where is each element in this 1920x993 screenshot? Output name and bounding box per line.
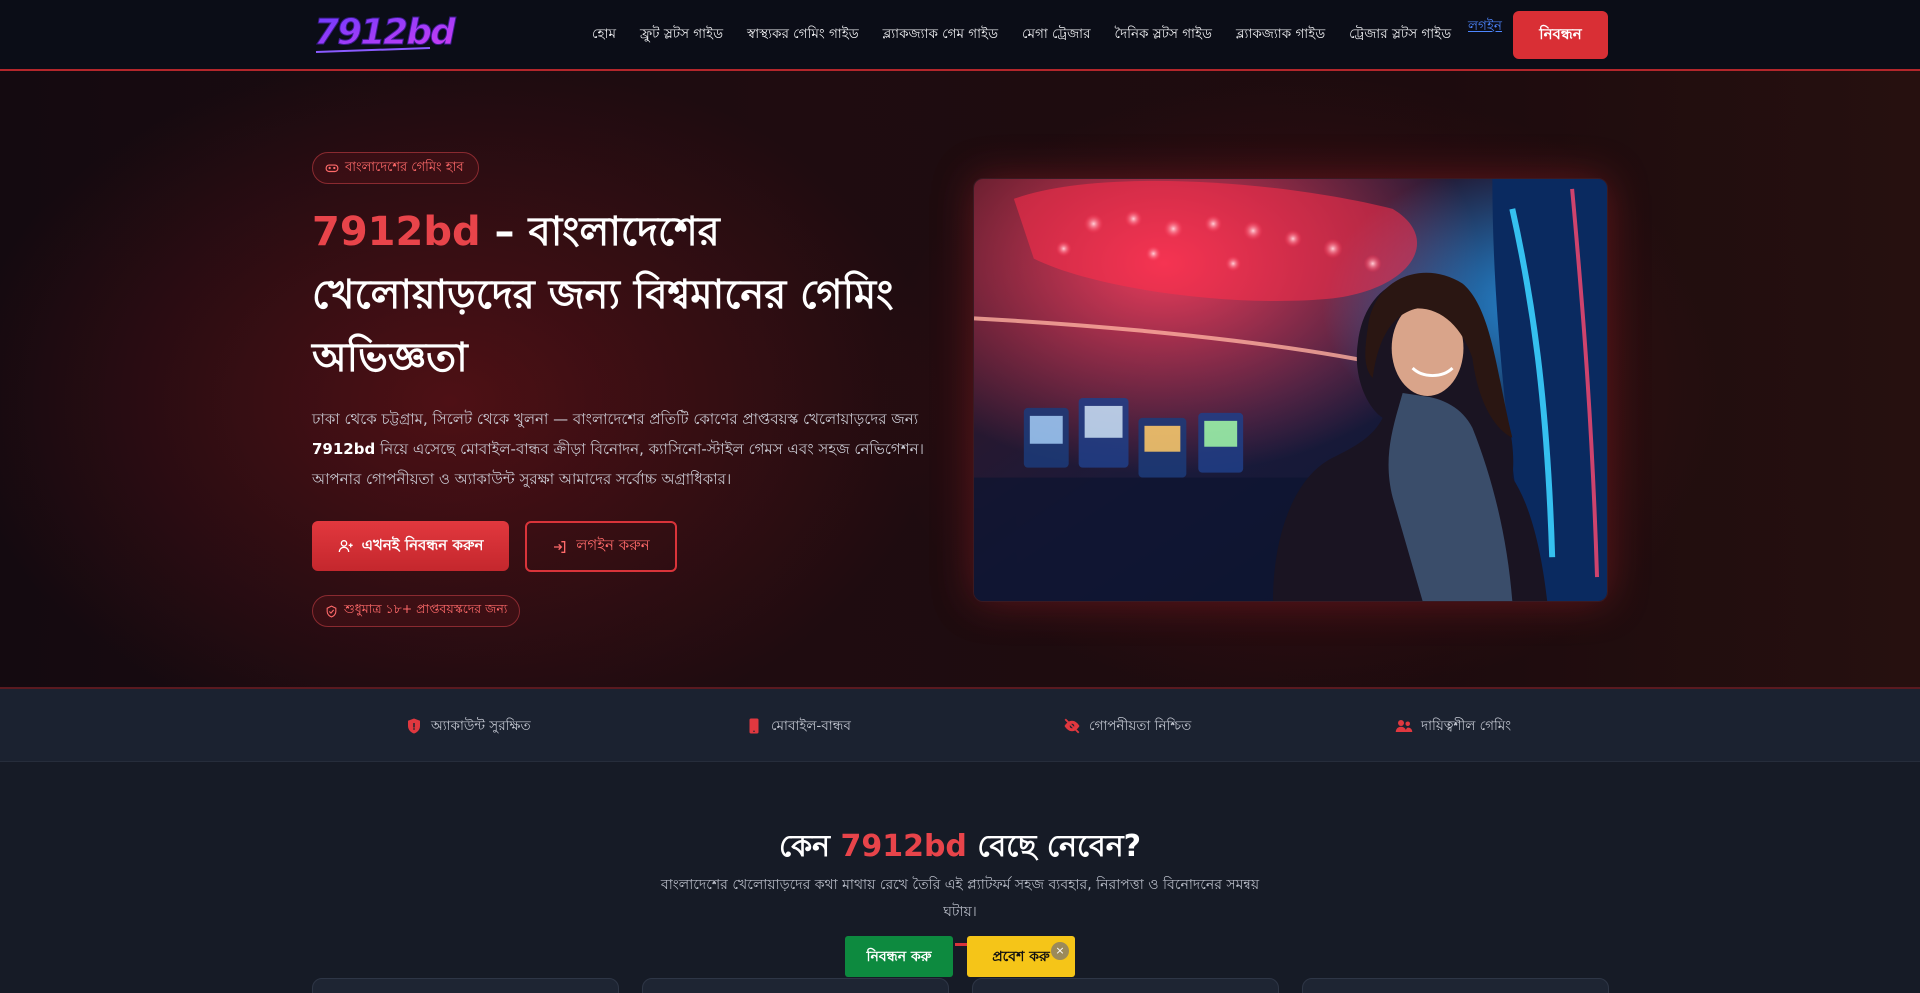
nav-link-blackjack-game[interactable]: ব্ল্যাকজ্যাক গেম গাইড — [871, 23, 1010, 46]
hero-section: বাংলাদেশের গেমিং হাব 7912bd – বাংলাদেশের… — [0, 71, 1920, 689]
login-label: লগইন করুন — [576, 536, 650, 554]
hero-desc-before: ঢাকা থেকে চট্টগ্রাম, সিলেট থেকে খুলনা — … — [312, 410, 919, 428]
shield-check-icon — [326, 604, 337, 617]
nav-link-healthy-gaming[interactable]: স্বাস্থ্যকর গেমিং গাইড — [735, 23, 871, 46]
site-logo[interactable]: 7912bd — [312, 8, 460, 58]
nav-link-mega-treasure[interactable]: মেগা ট্রেজার — [1010, 23, 1103, 46]
age-restriction-badge: শুধুমাত্র ১৮+ প্রাপ্তবয়স্কদের জন্য — [312, 595, 521, 627]
hero-title-line2: খেলোয়াড়দের জন্য বিশ্বমানের গেমিং — [312, 272, 894, 318]
feature-card — [1302, 978, 1609, 993]
hero-badge-label: বাংলাদেশের গেমিং হাব — [345, 159, 464, 175]
user-plus-icon — [338, 540, 353, 553]
mobile-icon — [749, 718, 759, 734]
eye-slash-icon — [1064, 718, 1080, 734]
nav-register-button[interactable]: নিবন্ধন — [1513, 11, 1608, 59]
hero-casino-image — [973, 178, 1608, 602]
login-button[interactable]: লগইন করুন — [525, 521, 677, 572]
feature-privacy: গোপনীয়তা নিশ্চিত — [1063, 715, 1191, 737]
feature-card — [312, 978, 619, 993]
nav-link-blackjack-guide[interactable]: ব্ল্যাকজ্যাক গাইড — [1224, 23, 1337, 46]
hero-description: ঢাকা থেকে চট্টগ্রাম, সিলেট থেকে খুলনা — … — [312, 404, 952, 494]
hero-title-brand: 7912bd — [312, 209, 481, 255]
age-badge-label: শুধুমাত্র ১৮+ প্রাপ্তবয়স্কদের জন্য — [344, 601, 508, 616]
hero-desc-after: নিয়ে এসেছে মোবাইল-বান্ধব ক্রীড়া বিনোদন… — [312, 440, 924, 488]
feature-strip: অ্যাকাউন্ট সুরক্ষিত মোবাইল-বান্ধব গোপনীয… — [0, 689, 1920, 762]
users-icon — [1395, 720, 1413, 732]
top-navbar: 7912bd হোম ফ্রুট স্লটস গাইড স্বাস্থ্যকর … — [0, 0, 1920, 71]
feature-card — [642, 978, 949, 993]
feature-label: অ্যাকাউন্ট সুরক্ষিত — [431, 717, 531, 734]
sign-in-icon — [554, 540, 566, 553]
hero-title: 7912bd – বাংলাদেশের খেলোয়াড়দের জন্য বি… — [312, 201, 952, 390]
feature-label: মোবাইল-বান্ধব — [771, 717, 851, 734]
feature-responsible-gaming: দায়িত্বশীল গেমিং — [1395, 715, 1511, 737]
register-now-label: এখনই নিবন্ধন করুন — [361, 535, 484, 554]
hero-title-line1: – বাংলাদেশের — [480, 209, 720, 255]
nav-login-link[interactable]: লগইন — [1468, 15, 1502, 38]
floating-register-button[interactable]: নিবন্ধন করু — [845, 936, 953, 977]
gamepad-icon — [325, 164, 339, 173]
hero-desc-brand: 7912bd — [312, 440, 376, 458]
why-title-before: কেন — [778, 829, 841, 864]
floating-divider — [955, 943, 967, 946]
nav-link-fruit-slots[interactable]: ফ্রুট স্লটস গাইড — [628, 23, 735, 46]
floating-close-icon[interactable]: × — [1051, 942, 1069, 960]
shield-icon — [408, 718, 420, 734]
hero-badge: বাংলাদেশের গেমিং হাব — [312, 152, 479, 184]
nav-links: হোম ফ্রুট স্লটস গাইড স্বাস্থ্যকর গেমিং গ… — [580, 22, 1463, 46]
feature-label: দায়িত্বশীল গেমিং — [1421, 717, 1512, 734]
why-title-after: বেছে নেবেন? — [966, 829, 1142, 864]
feature-account-secure: অ্যাকাউন্ট সুরক্ষিত — [405, 715, 531, 737]
nav-link-home[interactable]: হোম — [580, 23, 628, 46]
feature-card — [972, 978, 1279, 993]
feature-label: গোপনীয়তা নিশ্চিত — [1089, 717, 1192, 734]
svg-text:7912bd: 7912bd — [314, 12, 457, 53]
register-now-button[interactable]: এখনই নিবন্ধন করুন — [312, 521, 509, 571]
nav-link-daily-slots[interactable]: দৈনিক স্লটস গাইড — [1103, 23, 1224, 46]
hero-title-line3: অভিজ্ঞতা — [312, 335, 468, 381]
nav-link-treasure-slots[interactable]: ট্রেজার স্লটস গাইড — [1337, 23, 1463, 46]
feature-mobile-friendly: মোবাইল-বান্ধব — [745, 715, 851, 737]
why-section-subtitle: বাংলাদেশের খেলোয়াড়দের কথা মাথায় রেখে … — [660, 877, 1260, 920]
why-section-title: কেন 7912bd বেছে নেবেন? — [0, 822, 1920, 873]
why-title-brand: 7912bd — [840, 829, 967, 864]
